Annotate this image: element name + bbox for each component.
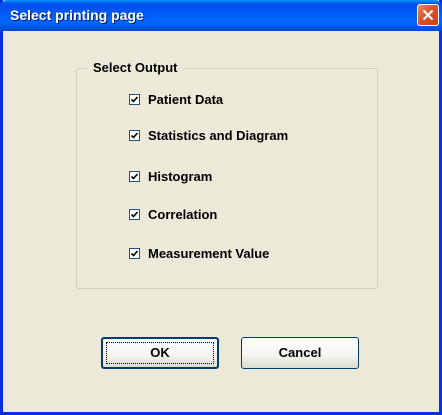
title-bar[interactable]: Select printing page: [0, 0, 442, 31]
window-title: Select printing page: [10, 7, 144, 23]
correlation-label: Correlation: [148, 206, 218, 222]
cancel-button-label: Cancel: [278, 345, 322, 360]
measurement-value-checkbox[interactable]: [129, 247, 140, 259]
checkmark-icon: [130, 95, 139, 103]
ok-button[interactable]: OK: [101, 337, 219, 369]
option-patient-data[interactable]: Patient Data: [129, 91, 223, 107]
statistics-and-diagram-label: Statistics and Diagram: [148, 127, 289, 143]
option-histogram[interactable]: Histogram: [129, 168, 212, 184]
histogram-label: Histogram: [148, 168, 213, 184]
histogram-checkbox[interactable]: [129, 170, 140, 182]
option-correlation[interactable]: Correlation: [129, 206, 217, 222]
option-measurement-value[interactable]: Measurement Value: [129, 245, 269, 261]
cancel-button[interactable]: Cancel: [241, 337, 359, 369]
checkmark-icon: [130, 210, 139, 218]
close-button[interactable]: [417, 4, 439, 26]
checkmark-icon: [130, 172, 139, 180]
close-icon: [422, 9, 434, 21]
correlation-checkbox[interactable]: [129, 208, 140, 220]
checkmark-icon: [130, 249, 139, 257]
patient-data-checkbox[interactable]: [129, 93, 140, 105]
measurement-value-label: Measurement Value: [148, 245, 270, 261]
statistics-and-diagram-checkbox[interactable]: [129, 129, 140, 141]
ok-button-label: OK: [150, 345, 170, 360]
groupbox-title: Select Output: [88, 60, 183, 75]
option-statistics-and-diagram[interactable]: Statistics and Diagram: [129, 127, 288, 143]
checkmark-icon: [130, 131, 139, 139]
patient-data-label: Patient Data: [148, 91, 224, 107]
